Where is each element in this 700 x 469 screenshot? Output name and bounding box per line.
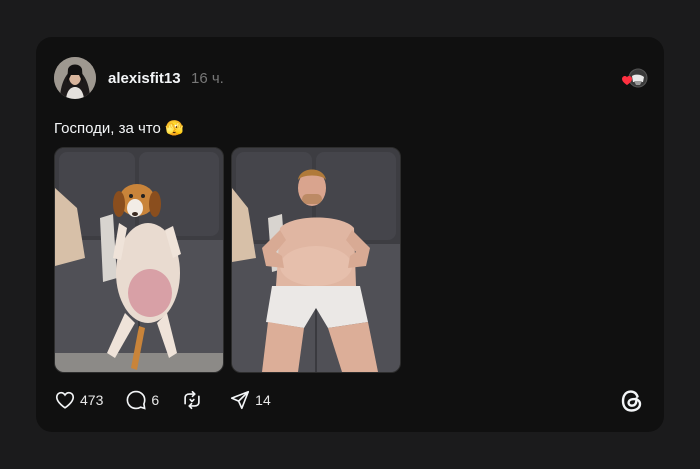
username[interactable]: alexisfit13 xyxy=(108,70,181,87)
repost-icon xyxy=(181,389,203,411)
send-arrow-icon xyxy=(229,389,251,411)
share-button[interactable]: 14 xyxy=(229,389,271,411)
reply-button[interactable]: 6 xyxy=(125,389,159,411)
heart-reaction-avatar-icon[interactable] xyxy=(620,68,650,90)
like-count: 473 xyxy=(80,392,104,408)
repost-button[interactable] xyxy=(181,389,207,411)
share-count: 14 xyxy=(255,392,271,408)
avatar[interactable] xyxy=(54,57,96,99)
post-actions: 473 6 14 xyxy=(54,387,293,413)
threads-logo-icon[interactable] xyxy=(618,387,646,415)
post-text: Господи, за что 🫣 xyxy=(54,120,184,137)
post-card: alexisfit13 16 ч. Господи, за что 🫣 473 … xyxy=(36,37,664,432)
like-button[interactable]: 473 xyxy=(54,389,103,411)
post-image-man[interactable] xyxy=(231,147,401,373)
comment-bubble-icon xyxy=(125,389,147,411)
reply-count: 6 xyxy=(151,392,160,408)
post-time: 16 ч. xyxy=(191,70,224,87)
heart-icon xyxy=(54,389,76,411)
post-image-dog[interactable] xyxy=(54,147,224,373)
